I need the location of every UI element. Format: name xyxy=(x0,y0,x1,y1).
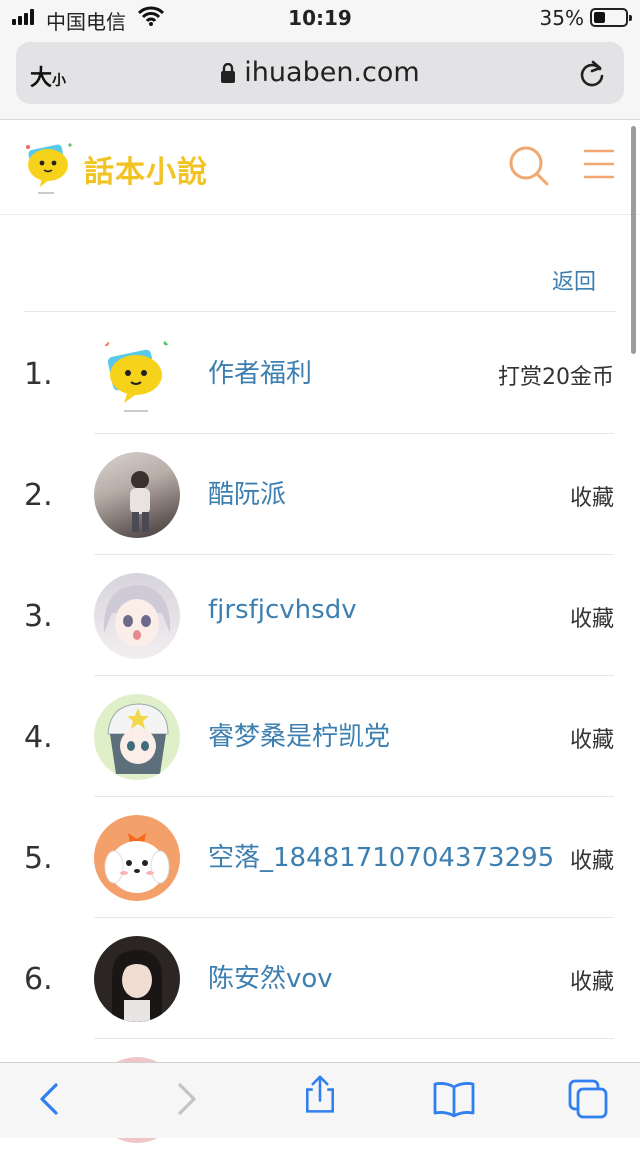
back-link[interactable]: 返回 xyxy=(552,264,596,296)
avatar[interactable] xyxy=(94,573,180,659)
rank-number: 3. xyxy=(24,599,53,634)
menu-icon[interactable] xyxy=(582,148,616,180)
username-link[interactable]: 睿梦桑是柠凯党 xyxy=(208,716,390,753)
list-item[interactable]: 6. 陈安然vov 收藏 xyxy=(0,918,640,1039)
site-logo-text[interactable]: 話本小說 xyxy=(84,147,208,191)
row-action[interactable]: 收藏 xyxy=(570,480,614,512)
list-item[interactable]: 2. 酷阮派 收藏 xyxy=(0,434,640,555)
rank-number: 4. xyxy=(24,720,53,755)
back-arrow-icon[interactable] xyxy=(30,1079,70,1119)
reload-icon[interactable] xyxy=(578,58,606,88)
rank-number: 5. xyxy=(24,841,53,876)
browser-address-area: 大小 ihuaben.com xyxy=(0,36,640,120)
rank-number: 2. xyxy=(24,478,53,513)
username-link[interactable]: 陈安然vov xyxy=(208,958,333,995)
puppy-avatar-icon xyxy=(104,833,170,893)
browser-toolbar xyxy=(0,1062,640,1138)
url-text: ihuaben.com xyxy=(244,57,420,88)
list-item[interactable]: 5. 空落_18481710704373295 收藏 xyxy=(0,797,640,918)
rank-number: 1. xyxy=(24,357,53,392)
search-icon[interactable] xyxy=(508,145,550,187)
row-action[interactable]: 打赏20金币 xyxy=(498,359,614,391)
back-row: 返回 xyxy=(24,216,616,312)
avatar[interactable] xyxy=(94,936,180,1022)
username-link[interactable]: 空落_18481710704373295 xyxy=(208,837,554,874)
status-bar: 中国电信 10:19 35% xyxy=(0,0,640,36)
site-header: 話本小說 xyxy=(0,121,640,215)
forward-arrow-icon[interactable] xyxy=(166,1079,206,1119)
battery-percent: 35% xyxy=(539,6,584,30)
share-icon[interactable] xyxy=(300,1075,340,1115)
rank-number: 6. xyxy=(24,962,53,997)
row-action[interactable]: 收藏 xyxy=(570,964,614,996)
username-link[interactable]: fjrsfjcvhsdv xyxy=(208,595,357,625)
photo-avatar-icon xyxy=(112,950,162,1022)
avatar[interactable] xyxy=(94,694,180,780)
avatar[interactable] xyxy=(94,815,180,901)
battery-level xyxy=(594,12,605,23)
list-item[interactable]: 4. 睿梦桑是柠凯党 收藏 xyxy=(0,676,640,797)
bookmarks-icon[interactable] xyxy=(432,1079,476,1119)
anime-avatar-icon xyxy=(107,703,169,774)
url-display[interactable]: ihuaben.com xyxy=(16,57,624,88)
logo-mascot-icon[interactable] xyxy=(22,139,78,195)
row-action[interactable]: 收藏 xyxy=(570,601,614,633)
lock-icon xyxy=(221,63,236,83)
username-link[interactable]: 作者福利 xyxy=(208,353,312,390)
battery-icon xyxy=(590,8,632,27)
tabs-icon[interactable] xyxy=(568,1079,608,1119)
avatar[interactable] xyxy=(94,452,180,538)
list-item[interactable]: 1. 作者福利 打赏20金币 xyxy=(0,313,640,434)
scroll-indicator[interactable] xyxy=(631,126,636,354)
row-action[interactable]: 收藏 xyxy=(570,843,614,875)
mascot-avatar-icon xyxy=(103,340,169,412)
username-link[interactable]: 酷阮派 xyxy=(208,474,286,511)
list-item[interactable]: 3. fjrsfjcvhsdv 收藏 xyxy=(0,555,640,676)
avatar[interactable] xyxy=(94,331,180,417)
photo-avatar-icon xyxy=(130,471,150,532)
anime-avatar-icon xyxy=(103,585,171,647)
row-action[interactable]: 收藏 xyxy=(570,722,614,754)
address-bar[interactable]: 大小 ihuaben.com xyxy=(16,42,624,104)
user-list: 1. 作者福利 打赏20金币 2. 酷阮派 收藏 3. fjrsfjcvhsdv… xyxy=(0,313,640,1160)
